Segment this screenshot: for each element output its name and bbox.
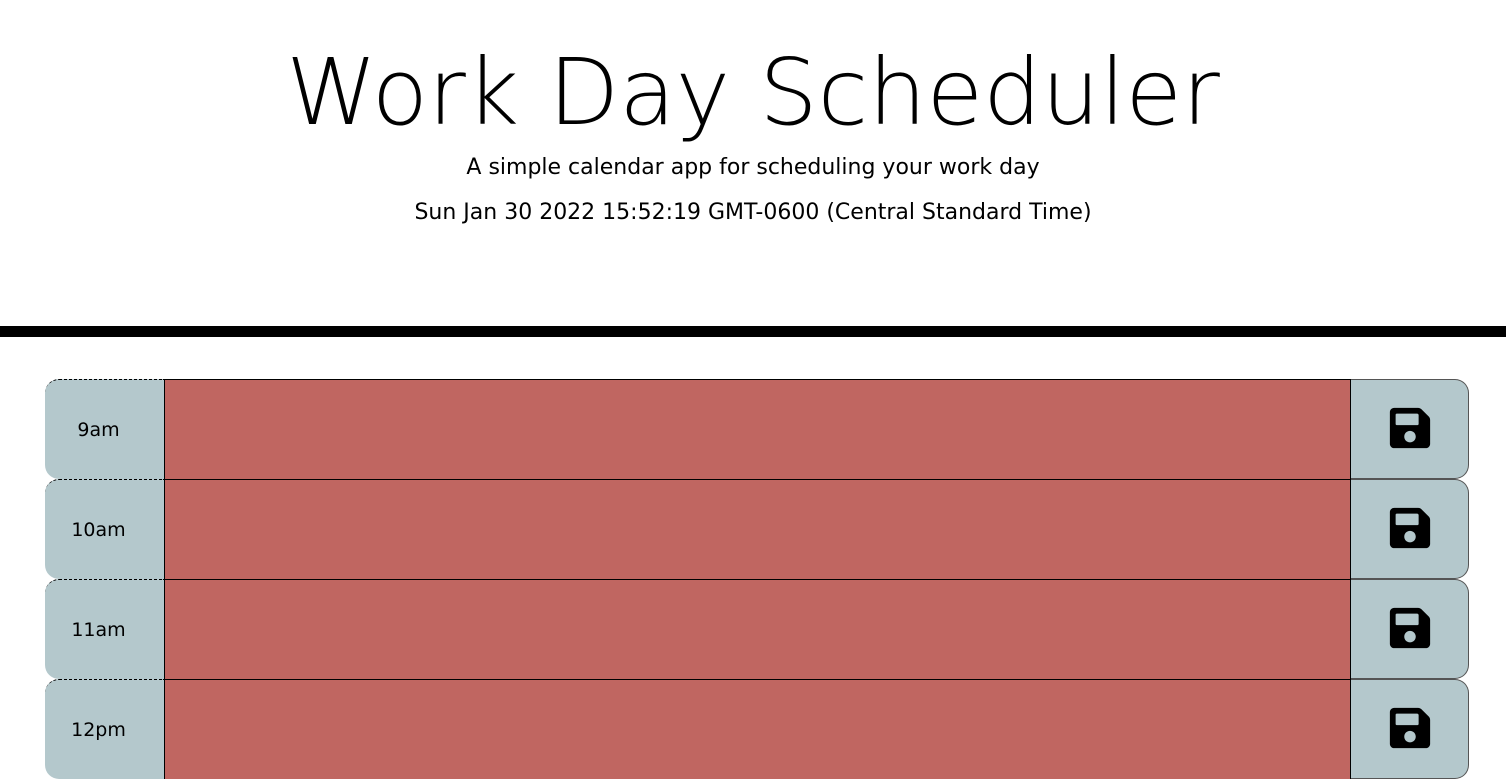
description-input[interactable] xyxy=(164,379,1351,479)
hour-label: 12pm xyxy=(45,679,164,779)
floppy-disk-icon xyxy=(1387,405,1433,454)
floppy-disk-icon xyxy=(1387,505,1433,554)
time-block: 10am xyxy=(45,479,1469,579)
time-block: 12pm xyxy=(45,679,1469,779)
time-block: 9am xyxy=(45,379,1469,479)
save-button[interactable] xyxy=(1351,479,1469,579)
page-subtitle: A simple calendar app for scheduling you… xyxy=(466,155,1040,180)
hour-label: 11am xyxy=(45,579,164,679)
description-input[interactable] xyxy=(164,479,1351,579)
page-title: Work Day Scheduler xyxy=(286,39,1220,146)
save-button[interactable] xyxy=(1351,579,1469,679)
header: Work Day Scheduler A simple calendar app… xyxy=(0,0,1506,337)
description-input[interactable] xyxy=(164,679,1351,779)
time-block: 11am xyxy=(45,579,1469,679)
current-day: Sun Jan 30 2022 15:52:19 GMT-0600 (Centr… xyxy=(414,200,1092,225)
schedule-container: 9am 10am 11am 12pm xyxy=(45,379,1469,779)
save-button[interactable] xyxy=(1351,679,1469,779)
description-input[interactable] xyxy=(164,579,1351,679)
hour-label: 10am xyxy=(45,479,164,579)
floppy-disk-icon xyxy=(1387,605,1433,654)
floppy-disk-icon xyxy=(1387,705,1433,754)
save-button[interactable] xyxy=(1351,379,1469,479)
hour-label: 9am xyxy=(45,379,164,479)
